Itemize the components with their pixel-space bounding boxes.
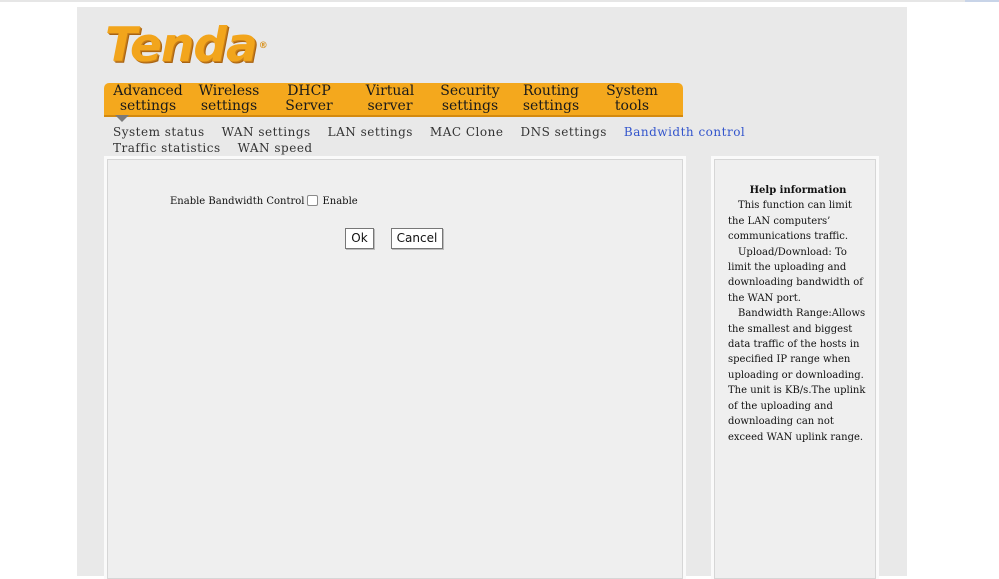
help-paragraph: This function can limit the LAN computer… <box>728 200 852 243</box>
nav-routing-settings[interactable]: Routing settings <box>513 83 589 116</box>
help-paragraph: Bandwidth Range:Allows the smallest and … <box>728 308 866 443</box>
sub-nav: System status WAN settings LAN settings MAC… <box>113 124 745 156</box>
nav-label-line2: settings <box>200 98 258 114</box>
nav-advanced-settings[interactable]: Advanced settings <box>110 83 186 116</box>
sub-nav-row: Traffic statistics WAN speed <box>113 140 703 156</box>
nav-label-line1: DHCP <box>287 83 331 99</box>
nav-label-line2: settings <box>441 98 499 114</box>
registered-mark: ® <box>258 41 268 51</box>
subnav-system-status[interactable]: System status <box>113 124 205 140</box>
subnav-wan-speed[interactable]: WAN speed <box>238 140 313 156</box>
sub-nav-row: System status WAN settings LAN settings MAC… <box>113 124 745 140</box>
nav-label-line1: Routing <box>522 83 580 99</box>
enable-checkbox[interactable] <box>307 195 319 206</box>
enable-bandwidth-label: Enable Bandwidth Control <box>170 196 305 207</box>
nav-label-line2: server <box>367 98 413 114</box>
nav-label-line2: Server <box>285 98 333 114</box>
top-border <box>0 0 999 2</box>
nav-security-settings[interactable]: Security settings <box>432 83 508 116</box>
ok-button[interactable]: Ok <box>345 228 374 249</box>
enable-checkbox-label: Enable <box>322 196 358 207</box>
nav-label-line2: settings <box>522 98 580 114</box>
enable-bandwidth-row: Enable Bandwidth Control Enable <box>170 195 358 207</box>
nav-wireless-settings[interactable]: Wireless settings <box>191 83 267 116</box>
subnav-mac-clone[interactable]: MAC Clone <box>430 124 504 140</box>
logo-text: Tenda <box>105 18 258 73</box>
main-nav: Advanced settings Wireless settings DHCP… <box>104 83 683 117</box>
subnav-lan-settings[interactable]: LAN settings <box>328 124 413 140</box>
router-admin-page: Tenda ® Advanced settings Wireless settin… <box>77 7 907 579</box>
nav-label-line1: Security <box>440 83 500 99</box>
help-title: Help information <box>749 185 847 196</box>
subnav-bandwidth-control[interactable]: Bandwidth control <box>624 124 745 140</box>
cancel-button[interactable]: Cancel <box>391 228 443 249</box>
nav-system-tools[interactable]: System tools <box>594 83 670 116</box>
help-paragraph: Upload/Download: To limit the uploading … <box>728 246 863 304</box>
nav-label-line2: tools <box>614 98 650 114</box>
nav-label-line1: System <box>606 83 658 99</box>
subnav-wan-settings[interactable]: WAN settings <box>222 124 311 140</box>
nav-label-line2: settings <box>119 98 177 114</box>
active-tab-caret-icon <box>115 115 129 122</box>
nav-label-line1: Virtual <box>365 83 415 99</box>
nav-virtual-server[interactable]: Virtual server <box>352 83 428 116</box>
nav-label-line1: Wireless <box>198 83 260 99</box>
help-content: Help information This function can limit… <box>728 183 868 445</box>
nav-label-line1: Advanced <box>113 83 183 99</box>
help-panel: Help information This function can limit… <box>711 156 879 579</box>
top-scroll-indicator <box>965 0 999 2</box>
subnav-dns-settings[interactable]: DNS settings <box>520 124 606 140</box>
nav-dhcp-server[interactable]: DHCP Server <box>271 83 347 116</box>
subnav-traffic-statistics[interactable]: Traffic statistics <box>113 140 221 156</box>
content-panel: Enable Bandwidth Control Enable Ok Cancel <box>104 156 686 579</box>
tenda-logo: Tenda ® <box>105 18 268 73</box>
